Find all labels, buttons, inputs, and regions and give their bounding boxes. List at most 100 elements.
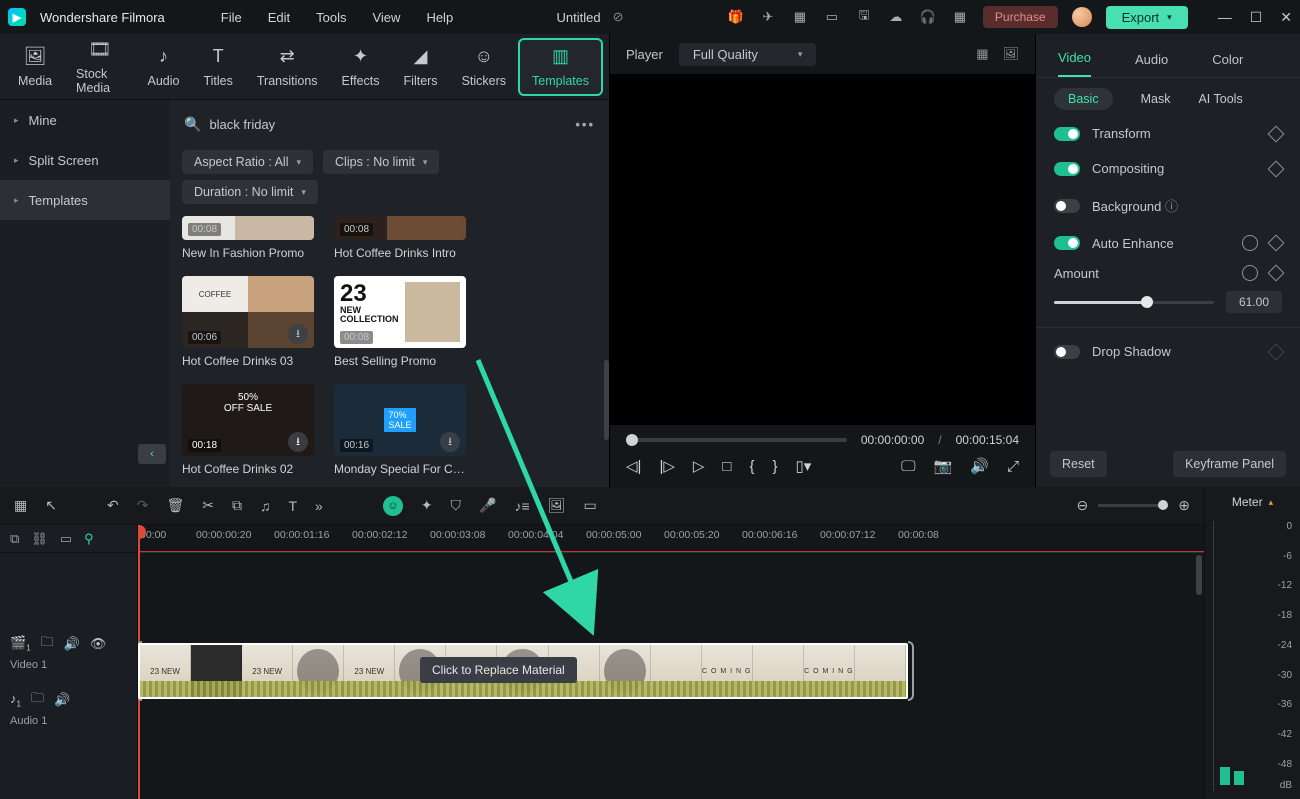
document-title[interactable]: Untitled [557,10,601,25]
track-list-icon[interactable]: ▭ [60,531,72,547]
filter-clips[interactable]: Clips : No limit▾ [323,150,439,174]
template-card[interactable]: 70%SALE00:16⭳ Monday Special For C… [334,384,466,476]
seek-bar[interactable] [626,438,847,442]
caption-icon[interactable]: ▭ [583,497,596,514]
vertical-scrollbar[interactable] [1196,555,1202,595]
minimize-icon[interactable]: — [1218,9,1232,26]
prop-compositing[interactable]: Compositing [1036,151,1300,186]
download-icon[interactable]: ⭳ [288,432,308,452]
mark-in-icon[interactable]: { [749,458,754,475]
sidebar-item-split-screen[interactable]: ▸Split Screen [0,140,170,180]
timeline-clip[interactable]: 23 NEW 23 NEW 23 NEW C O M I N G C [138,643,908,699]
close-icon[interactable]: ✕ [1280,9,1292,26]
tab-titles[interactable]: TTitles [191,40,244,94]
text-icon[interactable]: T [288,498,297,514]
cut-icon[interactable]: ✂ [202,497,214,514]
download-icon[interactable]: ⭳ [288,324,308,344]
prev-frame-button[interactable]: ◁| [626,457,641,475]
gift-icon[interactable]: 🎁 [727,8,745,26]
toggle-transform[interactable] [1054,127,1080,141]
display-icon[interactable]: 🖵 [901,458,915,475]
marker-dropdown[interactable]: ▯▾ [796,457,812,475]
menu-help[interactable]: Help [426,10,453,25]
inspector-tab-color[interactable]: Color [1212,52,1243,77]
track-copy-icon[interactable]: ⧉ [10,531,19,547]
shield-icon[interactable]: ⛉ [451,497,462,514]
tab-filters[interactable]: ◢Filters [392,40,450,94]
template-card[interactable]: 00:08 Hot Coffee Drinks Intro [334,216,466,260]
amount-value[interactable]: 61.00 [1226,291,1282,313]
reset-icon[interactable] [1242,265,1258,281]
export-button[interactable]: Export ▾ [1106,6,1188,29]
replace-material-hint[interactable]: Click to Replace Material [420,657,577,683]
menu-file[interactable]: File [221,10,242,25]
visibility-icon[interactable]: 👁 [90,636,107,652]
preview-canvas[interactable] [610,74,1035,425]
tab-stickers[interactable]: ☺Stickers [450,40,518,94]
mute-icon[interactable]: 🔊 [54,692,70,708]
mark-out-icon[interactable]: } [773,458,778,475]
keyframe-icon[interactable] [1268,235,1285,252]
purchase-button[interactable]: Purchase [983,6,1058,28]
device-icon[interactable]: ▦ [791,8,809,26]
toggle-compositing[interactable] [1054,162,1080,176]
inspector-tab-audio[interactable]: Audio [1135,52,1168,77]
picture-icon[interactable]: 🖼 [548,497,566,514]
subtab-basic[interactable]: Basic [1054,88,1113,110]
snapshot-icon[interactable]: 🖼 [1002,46,1019,62]
keyframe-icon[interactable] [1268,160,1285,177]
folder-icon[interactable]: 🗀 [31,689,44,711]
volume-icon[interactable]: 🔊 [970,457,989,475]
beat-icon[interactable]: ♪≡ [514,498,529,514]
reset-button[interactable]: Reset [1050,451,1107,477]
prop-drop-shadow[interactable]: Drop Shadow [1036,334,1300,369]
play-button[interactable]: ▷ [693,457,705,475]
timeline-ruler[interactable]: 00:00 00:00:00:20 00:00:01:16 00:00:02:1… [138,525,1204,553]
prop-auto-enhance[interactable]: Auto Enhance [1036,225,1300,261]
save-icon[interactable]: 🖫 [855,8,873,26]
more-icon[interactable]: » [315,498,323,514]
quality-select[interactable]: Full Quality ▾ [679,43,817,66]
amount-slider[interactable] [1054,301,1214,304]
filter-duration[interactable]: Duration : No limit▾ [182,180,318,204]
tab-media[interactable]: 🖼Media [6,40,64,94]
tab-transitions[interactable]: ⇄Transitions [245,40,330,94]
reset-icon[interactable] [1242,235,1258,251]
sidebar-item-mine[interactable]: ▸Mine [0,100,170,140]
timeline-tracks[interactable]: 00:00 00:00:00:20 00:00:01:16 00:00:02:1… [138,525,1204,799]
keyframe-icon[interactable] [1268,343,1285,360]
cursor-icon[interactable]: ↖ [45,497,57,514]
sparkle-icon[interactable]: ✦ [421,497,433,514]
template-card[interactable]: COFFEE00:06⭳ Hot Coffee Drinks 03 [182,276,314,368]
grid-view-icon[interactable]: ▦ [976,46,988,62]
track-link-icon[interactable]: ⛓ [31,531,48,547]
zoom-slider[interactable] [1098,504,1168,507]
maximize-icon[interactable]: ☐ [1250,9,1263,26]
subtab-mask[interactable]: Mask [1141,92,1171,106]
delete-icon[interactable]: 🗑 [166,497,184,514]
keyframe-icon[interactable] [1268,265,1285,282]
track-magnet-icon[interactable]: ⚲ [84,531,94,547]
apps-icon[interactable]: ▦ [951,8,969,26]
redo-icon[interactable]: ↷ [137,497,149,514]
music-icon[interactable]: ♫ [260,498,271,514]
crop-icon[interactable]: ⧉ [232,497,242,514]
toggle-auto-enhance[interactable] [1054,236,1080,250]
avatar[interactable] [1072,7,1092,27]
more-options-icon[interactable]: ••• [575,117,595,132]
layout-icon[interactable]: ▦ [14,497,27,514]
mic-icon[interactable]: 🎤 [479,497,496,514]
stop-button[interactable]: □ [722,458,731,475]
fullscreen-icon[interactable]: ⤢ [1007,458,1019,475]
toggle-background[interactable] [1054,199,1080,213]
prop-transform[interactable]: Transform [1036,116,1300,151]
download-icon[interactable]: ⭳ [440,432,460,452]
camera-icon[interactable]: 📷 [934,457,953,475]
tab-audio[interactable]: ♪Audio [135,40,191,94]
keyframe-icon[interactable] [1268,125,1285,142]
filter-aspect-ratio[interactable]: Aspect Ratio : All▾ [182,150,313,174]
tab-stock-media[interactable]: 🎞Stock Media [64,33,135,101]
sidebar-item-templates[interactable]: ▸Templates [0,180,170,220]
zoom-in-icon[interactable]: ⊕ [1178,497,1190,514]
keyframe-panel-button[interactable]: Keyframe Panel [1173,451,1286,477]
